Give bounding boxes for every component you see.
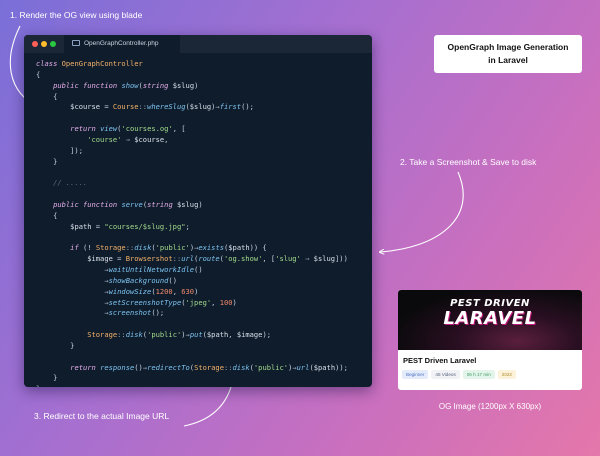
code-line: // ..... xyxy=(53,178,88,188)
code-line: } xyxy=(36,384,40,387)
code-line: public function show(string $slug) xyxy=(53,80,199,90)
annotation-step-2: 2. Take a Screenshot & Save to disk xyxy=(400,157,537,167)
og-card-title: PEST Driven Laravel xyxy=(403,356,477,365)
code-line: →screenshot(); xyxy=(104,308,165,318)
window-maximize-dot[interactable] xyxy=(50,41,56,47)
og-card-tags: Beginner 45 Videos 06 h 17 min 2022 xyxy=(402,370,516,379)
diagram-title: OpenGraph Image Generation in Laravel xyxy=(447,42,569,65)
editor-titlebar: OpenGraphController.php xyxy=(24,35,372,53)
og-image-preview-card: PEST DRIVEN LARAVEL PEST Driven Laravel … xyxy=(398,290,582,390)
code-line: →windowSize(1200, 630) xyxy=(104,286,199,296)
og-image-banner: PEST DRIVEN LARAVEL xyxy=(398,290,582,350)
og-image-caption: OG Image (1200px X 630px) xyxy=(438,402,542,411)
tag-year: 2022 xyxy=(497,370,516,379)
title-box: OpenGraph Image Generation in Laravel xyxy=(434,35,582,73)
code-line: } xyxy=(36,373,58,383)
code-line: ]); xyxy=(36,145,83,155)
code-line: $image = Browsershot::url(route('og.show… xyxy=(87,254,348,264)
file-icon xyxy=(72,40,80,46)
code-editor-window: OpenGraphController.php class OpenGraphC… xyxy=(24,35,372,387)
editor-tab-label: OpenGraphController.php xyxy=(84,40,159,47)
tag-level: Beginner xyxy=(402,370,429,379)
code-line: →setScreenshotType('jpeg', 100) xyxy=(104,297,237,307)
code-line: 'course' ⇒ $course, xyxy=(87,134,169,144)
code-block: class OpenGraphController { public funct… xyxy=(36,59,348,387)
code-line: Storage::disk('public')→put($path, $imag… xyxy=(87,330,271,340)
code-line: if (! Storage::disk('public')→exists($pa… xyxy=(70,243,267,253)
tag-duration: 06 h 17 min xyxy=(462,370,495,379)
code-line: } xyxy=(36,340,75,350)
editor-tab[interactable]: OpenGraphController.php xyxy=(64,35,180,53)
window-minimize-dot[interactable] xyxy=(41,41,47,47)
code-line: { xyxy=(36,210,58,220)
og-logo-line-2: LARAVEL xyxy=(443,308,537,329)
code-line: return response()→redirectTo(Storage::di… xyxy=(70,362,348,372)
code-line: $course = Course::whereSlug($slug)→first… xyxy=(70,102,254,112)
code-line: →showBackground() xyxy=(104,275,177,285)
code-line: return view('courses.og', [ xyxy=(70,124,186,134)
annotation-step-3: 3. Redirect to the actual Image URL xyxy=(34,411,170,421)
code-line: } xyxy=(36,156,58,166)
code-line: { xyxy=(36,91,58,101)
code-line: class OpenGraphController xyxy=(36,59,143,68)
arrow-step-2 xyxy=(380,171,464,252)
tag-videos: 45 Videos xyxy=(431,370,460,379)
code-line: { xyxy=(36,69,41,79)
code-line: public function serve(string $slug) xyxy=(53,199,203,209)
code-line: →waitUntilNetworkIdle() xyxy=(104,265,203,275)
code-line: $path = "courses/$slug.jpg"; xyxy=(70,221,190,231)
annotation-step-1: 1. Render the OG view using blade xyxy=(10,10,143,20)
window-close-dot[interactable] xyxy=(32,41,38,47)
